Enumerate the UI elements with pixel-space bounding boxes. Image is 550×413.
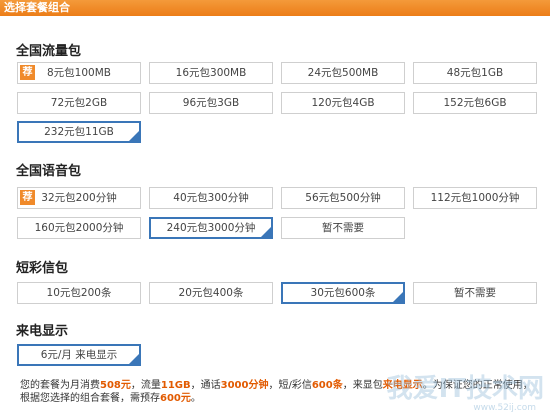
- option-label: 暂不需要: [322, 222, 364, 234]
- recommend-tag: 荐: [20, 65, 35, 80]
- option-label: 24元包500MB: [307, 67, 379, 79]
- option-label: 32元包200分钟: [41, 192, 117, 204]
- option-sms-10[interactable]: 10元包200条: [17, 282, 141, 304]
- summary-deposit: 600元: [160, 393, 191, 404]
- section-title-data: 全国流量包: [16, 44, 82, 59]
- option-data-120[interactable]: 120元包4GB: [281, 92, 405, 114]
- option-label: 152元包6GB: [443, 97, 507, 109]
- option-label: 160元包2000分钟: [34, 222, 124, 234]
- watermark-url: www.52ij.com: [473, 403, 536, 413]
- option-data-16[interactable]: 16元包300MB: [149, 62, 273, 84]
- check-icon: ✓: [395, 291, 402, 300]
- section-title-sms: 短彩信包: [16, 261, 69, 276]
- option-label: 232元包11GB: [44, 126, 114, 138]
- summary-text: ，短/彩信: [268, 380, 312, 391]
- option-voice-56[interactable]: 56元包500分钟: [281, 187, 405, 209]
- option-label: 96元包3GB: [182, 97, 240, 109]
- option-sms-20[interactable]: 20元包400条: [149, 282, 273, 304]
- section-title-voice: 全国语音包: [16, 164, 82, 179]
- summary-data: 11GB: [160, 380, 191, 391]
- option-label: 20元包400条: [178, 287, 244, 299]
- option-voice-240-selected[interactable]: 240元包3000分钟 ✓: [149, 217, 273, 239]
- option-data-152[interactable]: 152元包6GB: [413, 92, 537, 114]
- option-label: 120元包4GB: [311, 97, 375, 109]
- summary-monthly: 508元: [100, 380, 131, 391]
- check-icon: ✓: [263, 226, 270, 235]
- option-data-72[interactable]: 72元包2GB: [17, 92, 141, 114]
- option-data-8[interactable]: 荐 8元包100MB: [17, 62, 141, 84]
- option-voice-32[interactable]: 荐 32元包200分钟: [17, 187, 141, 209]
- option-sms-30-selected[interactable]: 30元包600条 ✓: [281, 282, 405, 304]
- summary-text: 您的套餐为月消费: [20, 380, 100, 391]
- summary-text: 。: [190, 393, 201, 404]
- check-icon: ✓: [131, 130, 138, 139]
- option-label: 30元包600条: [310, 287, 376, 299]
- option-label: 暂不需要: [454, 287, 496, 299]
- option-voice-40[interactable]: 40元包300分钟: [149, 187, 273, 209]
- option-data-232-selected[interactable]: 232元包11GB ✓: [17, 121, 141, 143]
- option-sms-none[interactable]: 暂不需要: [413, 282, 537, 304]
- dialog-title: 选择套餐组合: [0, 0, 550, 16]
- option-label: 56元包500分钟: [305, 192, 381, 204]
- option-label: 8元包100MB: [47, 67, 111, 79]
- option-label: 40元包300分钟: [173, 192, 249, 204]
- option-data-96[interactable]: 96元包3GB: [149, 92, 273, 114]
- summary-sms: 600条: [311, 380, 343, 391]
- recommend-tag: 荐: [20, 190, 35, 205]
- check-icon: ✓: [131, 353, 138, 362]
- option-voice-none[interactable]: 暂不需要: [281, 217, 405, 239]
- option-voice-160[interactable]: 160元包2000分钟: [17, 217, 141, 239]
- option-label: 112元包1000分钟: [430, 192, 520, 204]
- option-caller-id-selected[interactable]: 6元/月 来电显示 ✓: [17, 344, 141, 366]
- option-label: 72元包2GB: [50, 97, 108, 109]
- option-label: 48元包1GB: [446, 67, 504, 79]
- summary-text: ，流量: [130, 380, 161, 391]
- section-title-caller-id: 来电显示: [16, 324, 69, 339]
- option-label: 10元包200条: [46, 287, 112, 299]
- option-label: 16元包300MB: [175, 67, 247, 79]
- option-label: 240元包3000分钟: [166, 222, 256, 234]
- summary-voice: 3000分钟: [220, 380, 269, 391]
- watermark-logo: 我爱IT技术网: [386, 374, 544, 404]
- option-label: 6元/月 来电显示: [40, 349, 118, 361]
- option-data-48[interactable]: 48元包1GB: [413, 62, 537, 84]
- summary-text: ，通话: [190, 380, 221, 391]
- option-voice-112[interactable]: 112元包1000分钟: [413, 187, 537, 209]
- summary-text: ，来显包: [342, 380, 383, 391]
- option-data-24[interactable]: 24元包500MB: [281, 62, 405, 84]
